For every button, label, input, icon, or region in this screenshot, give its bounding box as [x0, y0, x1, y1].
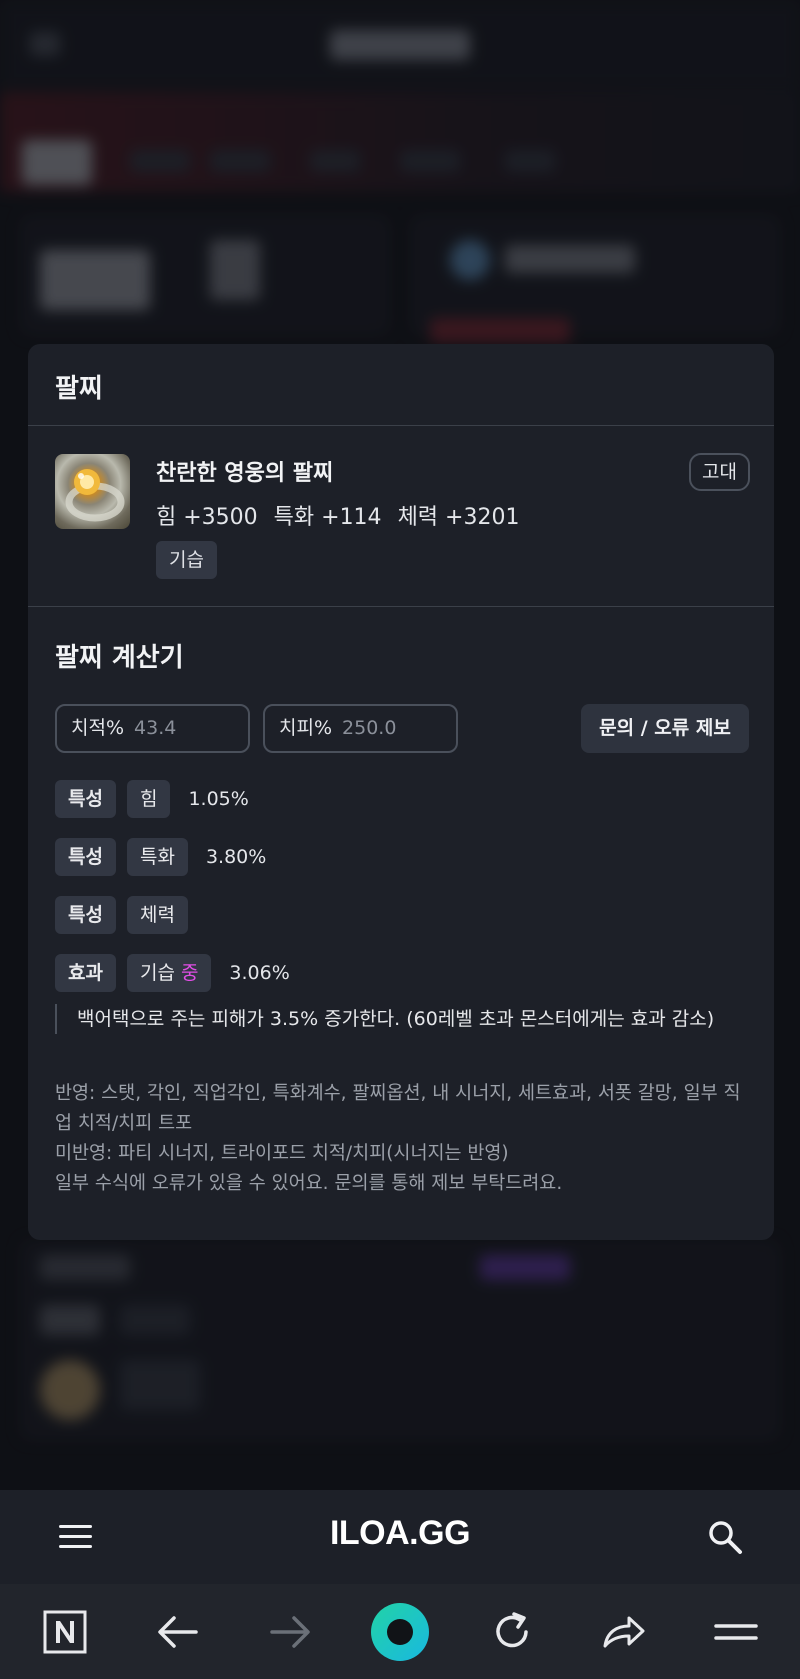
item-name: 찬란한 영웅의 팔찌 [156, 461, 334, 486]
option-type-chip: 효과 [55, 954, 116, 992]
item-stats: 힘 +3500 특화 +114 체력 +3201 [156, 499, 535, 531]
option-level: 중 [180, 962, 199, 984]
back-arrow-icon[interactable] [148, 1602, 208, 1662]
share-icon[interactable] [594, 1602, 654, 1662]
note-line: 일부 수식에 오류가 있을 수 있어요. 문의를 통해 제보 부탁드려요. [55, 1173, 563, 1194]
note-line: 미반영: 파티 시너지, 트라이포드 치적/치피(시너지는 반영) [55, 1143, 509, 1164]
crit-damage-placeholder: 250.0 [342, 717, 397, 739]
effect-description: 백어택으로 주는 피해가 3.5% 증가한다. (60레벨 초과 몬스터에게는 … [55, 1004, 714, 1034]
option-type-chip: 특성 [55, 780, 116, 818]
bracelet-icon [65, 469, 125, 522]
option-name: 체력 [139, 904, 175, 926]
home-circle-icon[interactable] [370, 1602, 430, 1662]
option-value: 1.05% [188, 788, 249, 810]
item-effect-tag: 기습 [156, 541, 217, 579]
option-name-chip: 특화 [126, 838, 188, 876]
search-icon[interactable] [706, 1518, 744, 1556]
naver-n-icon[interactable] [35, 1602, 95, 1662]
menu-icon[interactable] [706, 1602, 766, 1662]
option-type-chip: 특성 [55, 838, 116, 876]
item-stat: 힘 +3500 [156, 505, 258, 530]
crit-damage-input[interactable]: 치피% 250.0 [263, 704, 458, 753]
option-name: 기습 [139, 962, 175, 984]
note-line: 반영: 스탯, 각인, 직업각인, 특화계수, 팔찌옵션, 내 시너지, 세트효… [55, 1083, 741, 1134]
crit-rate-placeholder: 43.4 [134, 717, 177, 739]
report-error-button[interactable]: 문의 / 오류 제보 [581, 704, 749, 753]
site-logo[interactable]: ILOA.GG [0, 1514, 800, 1553]
grade-badge: 고대 [689, 453, 750, 491]
crit-damage-label: 치피% [279, 717, 333, 739]
option-name: 특화 [139, 846, 175, 868]
crit-rate-label: 치적% [71, 717, 125, 739]
option-value: 3.06% [229, 962, 290, 984]
option-row: 특성 특화 3.80% [55, 838, 266, 876]
bracelet-modal: 팔찌 찬란한 영웅의 팔찌 고대 힘 +3500 특화 +114 체력 +3201 … [28, 344, 774, 1240]
item-stat: 특화 +114 [273, 505, 382, 530]
calculator-title: 팔찌 계산기 [55, 643, 184, 673]
browser-toolbar [0, 1584, 800, 1679]
reload-icon[interactable] [482, 1602, 542, 1662]
bracelet-item-icon [55, 454, 130, 529]
item-stat: 체력 +3201 [397, 505, 520, 530]
crit-rate-input[interactable]: 치적% 43.4 [55, 704, 250, 753]
option-row: 특성 힘 1.05% [55, 780, 249, 818]
option-name-chip: 기습 중 [126, 954, 212, 992]
option-row: 특성 체력 [55, 896, 199, 934]
option-name: 힘 [139, 788, 158, 810]
forward-arrow-icon[interactable] [260, 1602, 320, 1662]
option-name-chip: 체력 [126, 896, 188, 934]
option-name-chip: 힘 [126, 780, 171, 818]
calculator-notes: 반영: 스탯, 각인, 직업각인, 특화계수, 팔찌옵션, 내 시너지, 세트효… [55, 1079, 745, 1199]
option-value: 3.80% [205, 846, 267, 868]
option-type-chip: 특성 [55, 896, 116, 934]
site-bottom-bar: ILOA.GG [0, 1490, 800, 1584]
option-row: 효과 기습 중 3.06% [55, 954, 290, 992]
modal-title: 팔찌 [28, 344, 774, 426]
